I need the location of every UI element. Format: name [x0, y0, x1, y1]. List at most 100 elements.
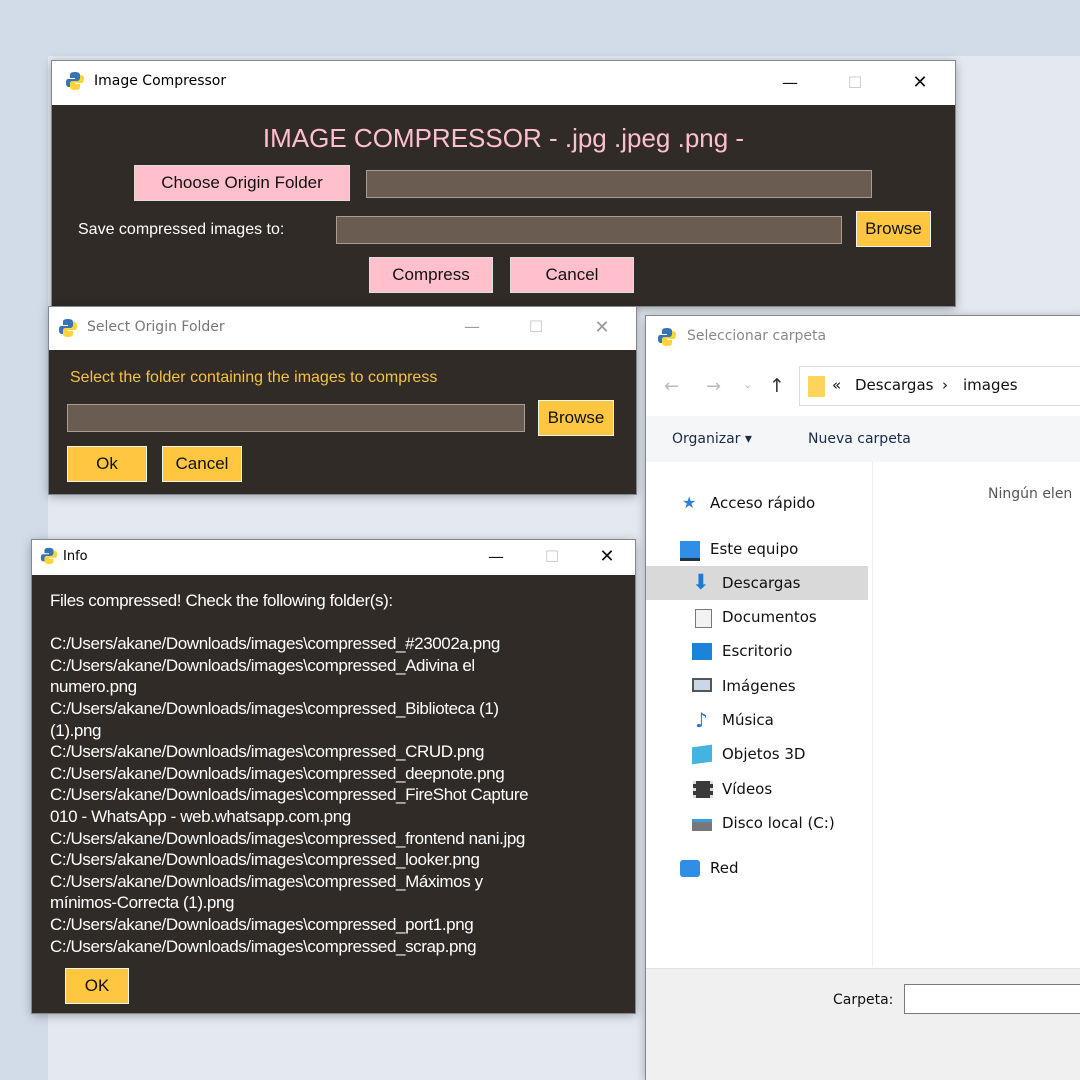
monitor-icon [680, 541, 700, 561]
save-to-input[interactable] [336, 216, 842, 244]
sidebar-item-label: Música [722, 711, 774, 729]
sidebar-item-objetos-3d[interactable]: Objetos 3D [646, 737, 868, 771]
save-to-label: Save compressed images to: [78, 221, 285, 238]
drive-icon [692, 819, 712, 831]
cancel-button[interactable]: Cancel [510, 257, 634, 293]
info-message-line: C:/Users/akane/Downloads/images\compress… [50, 742, 485, 762]
info-message-line: C:/Users/akane/Downloads/images\compress… [50, 914, 474, 934]
info-message-line: (1).png [50, 720, 102, 740]
sidebar-item-label: Escritorio [722, 642, 793, 660]
forward-arrow-icon[interactable]: → [706, 376, 721, 397]
music-note-icon: ♪ [695, 708, 708, 732]
maximize-button[interactable]: ☐ [513, 317, 559, 336]
folder-dialog-title: Seleccionar carpeta [687, 328, 827, 344]
origin-dialog-body: Select the folder containing the images … [49, 350, 636, 494]
sidebar-item-videos[interactable]: Vídeos [646, 772, 868, 806]
sidebar-item-this-pc[interactable]: Este equipo [646, 532, 868, 566]
maximize-button[interactable]: ☐ [529, 547, 575, 566]
organize-menu[interactable]: Organizar ▾ [672, 431, 752, 447]
sidebar-item-red[interactable]: Red [646, 851, 868, 885]
info-dialog-titlebar: Info — ☐ ✕ [32, 540, 635, 575]
browse-button[interactable]: Browse [856, 211, 931, 247]
python-icon [658, 328, 676, 346]
sidebar-item-imagenes[interactable]: Imágenes [646, 669, 868, 703]
close-button[interactable]: ✕ [897, 72, 943, 93]
folder-label: Carpeta: [833, 992, 894, 1008]
origin-dialog-title: Select Origin Folder [87, 319, 225, 335]
sidebar-item-label: Descargas [722, 574, 801, 592]
breadcrumb[interactable]: « Descargas › images [799, 366, 1080, 406]
info-dialog: Info — ☐ ✕ Files compressed! Check the f… [32, 540, 635, 1013]
info-message-line: mínimos-Correcta (1).png [50, 893, 235, 913]
sidebar-item-label: Este equipo [710, 540, 799, 558]
recent-dropdown-icon[interactable]: ⌄ [743, 378, 752, 391]
python-icon [66, 72, 84, 90]
info-message-line: C:/Users/akane/Downloads/images\compress… [50, 850, 480, 870]
sidebar-item-label: Imágenes [722, 677, 796, 695]
info-message-line: C:/Users/akane/Downloads/images\compress… [50, 785, 529, 805]
sidebar-item-descargas[interactable]: ⬇ Descargas [646, 566, 868, 600]
folder-name-input[interactable] [904, 984, 1080, 1014]
info-message-line: C:/Users/akane/Downloads/images\compress… [50, 698, 499, 718]
python-icon [40, 547, 58, 565]
browse-button[interactable]: Browse [538, 400, 614, 436]
close-button[interactable]: ✕ [579, 317, 625, 338]
info-dialog-body: Files compressed! Check the following fo… [32, 575, 635, 1013]
info-message-line: Files compressed! Check the following fo… [50, 591, 393, 610]
minimize-button[interactable]: — [767, 73, 813, 92]
cancel-button[interactable]: Cancel [162, 446, 242, 482]
folder-content-area[interactable]: Ningún elen [873, 462, 1080, 967]
navigation-pane: ★ Acceso rápido Este equipo ⬇ Descargas … [646, 462, 873, 967]
main-body: IMAGE COMPRESSOR - .jpg .jpeg .png - Cho… [52, 105, 955, 306]
sidebar-item-documentos[interactable]: Documentos [646, 600, 868, 634]
breadcrumb-overflow[interactable]: « [832, 376, 841, 394]
maximize-button[interactable]: ☐ [832, 73, 878, 92]
origin-folder-input[interactable] [366, 170, 872, 198]
info-message-line: C:/Users/akane/Downloads/images\compress… [50, 828, 525, 848]
up-arrow-icon[interactable]: ↑ [769, 375, 785, 397]
info-dialog-title: Info [63, 549, 88, 564]
info-message-line: C:/Users/akane/Downloads/images\compress… [50, 655, 475, 675]
new-folder-button[interactable]: Nueva carpeta [808, 431, 911, 447]
pictures-icon [692, 678, 712, 692]
ok-button[interactable]: Ok [67, 446, 147, 482]
breadcrumb-separator: › [942, 376, 948, 394]
minimize-button[interactable]: — [473, 547, 519, 566]
cube-3d-icon [692, 744, 712, 765]
info-message-line: 010 - WhatsApp - web.whatsapp.com.png [50, 806, 351, 826]
navigation-bar: ← → ⌄ ↑ « Descargas › images [646, 364, 1080, 410]
info-message-line: numero.png [50, 677, 137, 697]
sidebar-item-label: Red [710, 859, 739, 877]
sidebar-item-musica[interactable]: ♪ Música [646, 703, 868, 737]
breadcrumb-item-images[interactable]: images [963, 376, 1018, 394]
breadcrumb-item-descargas[interactable]: Descargas [855, 376, 933, 394]
sidebar-item-label: Vídeos [722, 780, 773, 798]
info-message-line: C:/Users/akane/Downloads/images\compress… [50, 634, 500, 654]
main-window: Image Compressor — ☐ ✕ IMAGE COMPRESSOR … [52, 61, 955, 306]
info-message-line: C:/Users/akane/Downloads/images\compress… [50, 871, 483, 891]
sidebar-item-escritorio[interactable]: Escritorio [646, 634, 868, 668]
sidebar-item-label: Documentos [722, 608, 817, 626]
choose-origin-folder-button[interactable]: Choose Origin Folder [134, 165, 350, 201]
network-icon [680, 860, 700, 877]
info-message-line: C:/Users/akane/Downloads/images\compress… [50, 763, 505, 783]
close-button[interactable]: ✕ [584, 546, 630, 567]
download-arrow-icon: ⬇ [692, 570, 710, 594]
ok-button[interactable]: OK [65, 968, 129, 1004]
origin-dialog: Select Origin Folder — ☐ ✕ Select the fo… [49, 307, 636, 494]
sidebar-item-quick-access[interactable]: ★ Acceso rápido [646, 486, 868, 520]
main-titlebar: Image Compressor — ☐ ✕ [52, 61, 955, 105]
compress-button[interactable]: Compress [369, 257, 493, 293]
document-icon [695, 609, 712, 628]
folder-dialog-footer: Carpeta: [646, 968, 1080, 1080]
back-arrow-icon[interactable]: ← [664, 376, 679, 397]
minimize-button[interactable]: — [449, 317, 495, 336]
sidebar-item-disco-local[interactable]: Disco local (C:) [646, 806, 868, 840]
origin-path-input[interactable] [67, 404, 525, 432]
desktop-icon [692, 643, 712, 660]
info-message: Files compressed! Check the following fo… [50, 590, 529, 957]
folder-toolbar: Organizar ▾ Nueva carpeta [646, 416, 1080, 462]
page-title: IMAGE COMPRESSOR - .jpg .jpeg .png - [262, 123, 745, 153]
info-message-line [50, 612, 528, 634]
python-icon [59, 319, 77, 337]
